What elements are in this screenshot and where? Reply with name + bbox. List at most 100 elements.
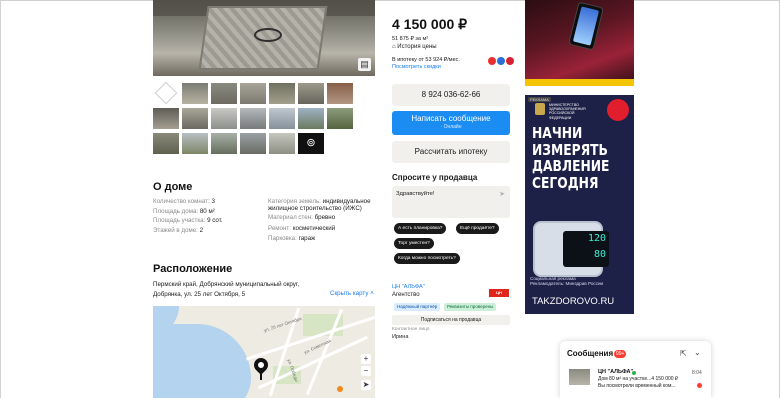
locate-icon[interactable]: ➤ — [361, 380, 371, 390]
ad-yellow-bar — [525, 79, 634, 86]
contact-name: Ирина — [392, 334, 409, 340]
agent-tag: Надёжный партнёр — [394, 303, 441, 311]
thumbnail[interactable] — [240, 133, 266, 154]
photo-rug-pattern — [254, 28, 282, 42]
bank-logo-icon — [488, 57, 496, 65]
prop-house-area: Площадь дома: 80 м² — [153, 208, 215, 215]
thumbnail[interactable] — [211, 108, 237, 129]
ad-org: МИНИСТЕРСТВО ЗДРАВООХРАНЕНИЯ РОССИЙСКОЙ … — [549, 103, 586, 120]
ad-banner-top[interactable] — [525, 0, 634, 86]
hide-map-link[interactable]: Скрыть карту ˄ — [330, 290, 374, 297]
thumbnail[interactable] — [182, 133, 208, 154]
thumbnail[interactable] — [298, 83, 324, 104]
online-dot-icon — [632, 371, 636, 375]
ad-url: TAKZDOROVO.RU — [532, 296, 615, 307]
agent-logo[interactable]: ЦН АЛЬФА — [489, 289, 509, 303]
zoom-in-button[interactable]: + — [361, 354, 371, 364]
prop-parking: Парковка: гараж — [268, 235, 316, 242]
map[interactable]: ул. 25 лет Октября ул. Советская ул. Поб… — [153, 306, 375, 398]
about-title: О доме — [153, 181, 193, 193]
thumbnail[interactable] — [211, 83, 237, 104]
prop-floors: Этажей в доме: 2 — [153, 227, 204, 234]
map-pin-tail — [260, 372, 262, 380]
bank-logo-icon — [506, 57, 514, 65]
location-title: Расположение — [153, 263, 233, 275]
write-message-button[interactable]: Написать сообщение · Онлайн — [392, 111, 510, 135]
agent-type: Агентство — [392, 292, 420, 298]
map-water — [153, 324, 251, 398]
tonometer-screen: 120 80 — [563, 231, 609, 267]
seller-message-input[interactable]: Здравствуйте! ➤ — [392, 186, 510, 218]
message-thumbnail[interactable] — [569, 369, 590, 385]
ad-label: РЕКЛАМА — [528, 97, 551, 102]
map-poi-icon[interactable] — [337, 386, 343, 392]
frame-top — [0, 0, 780, 1]
thumbnail[interactable] — [269, 133, 295, 154]
bank-badges — [488, 57, 514, 65]
agent-name-link[interactable]: ЦН "АЛЬФА" — [392, 284, 425, 290]
ask-seller-title: Спросите у продавца — [392, 173, 478, 182]
quick-question-chip[interactable]: Торг уместен? — [394, 238, 434, 249]
expand-icon[interactable]: ⇱ — [680, 349, 687, 358]
thumbnail[interactable] — [153, 108, 179, 129]
ad-footer: Социальная реклама Рекламодатель: Минздр… — [530, 276, 604, 287]
chevron-up-icon: ˄ — [368, 290, 374, 297]
gallery-fullscreen-icon[interactable]: ▤ — [358, 58, 371, 71]
price-history-link[interactable]: ⌂ История цены — [392, 44, 437, 50]
messages-count-badge: 99+ — [614, 350, 627, 358]
gallery-more-button[interactable]: ⊚ — [298, 133, 324, 154]
prop-plot-area: Площадь участка: 9 сот. — [153, 217, 223, 224]
mortgage-line: В ипотеку от 53 924 ₽/мес. — [392, 57, 460, 63]
thumbnail[interactable] — [182, 108, 208, 129]
quick-question-chip[interactable]: Когда можно посмотреть? — [394, 253, 460, 264]
address-line-1: Пермский край, Добрянский муниципальный … — [153, 281, 300, 288]
subscribe-seller-button[interactable]: Подписаться на продавца — [392, 315, 510, 325]
thumbnail[interactable] — [240, 108, 266, 129]
thumbnail[interactable] — [240, 83, 266, 104]
frame-left — [0, 0, 1, 398]
price-per-sqm: 51 875 ₽ за м² — [392, 36, 429, 42]
message-preview-line-1: Дом 80 м² на участке...4 150 000 ₽ — [598, 376, 679, 382]
send-icon[interactable]: ➤ — [499, 190, 505, 198]
price: 4 150 000 ₽ — [392, 16, 468, 32]
thumbnail[interactable] — [327, 108, 353, 129]
agent-tag: Реквизиты проверены — [444, 303, 497, 311]
contact-label: Контактное лицо — [392, 327, 430, 332]
prop-rooms: Количество комнат: 3 — [153, 198, 215, 205]
unread-dot-icon — [697, 383, 702, 388]
thumbnail[interactable] — [269, 108, 295, 129]
prop-land-category: Категория земель: индивидуальное жилищно… — [268, 198, 371, 212]
main-photo[interactable] — [153, 0, 375, 76]
messages-widget[interactable]: Сообщения 99+ ⇱ ⌄ ЦН "АЛЬФА" 8:04 Дом 80… — [560, 341, 711, 398]
chevron-down-icon[interactable]: ⌄ — [694, 348, 701, 357]
map-street-label: ул. 25 лет Октября — [263, 316, 303, 333]
message-time: 8:04 — [692, 370, 702, 376]
ad-banner-health[interactable]: РЕКЛАМА МИНИСТЕРСТВО ЗДРАВООХРАНЕНИЯ РОС… — [525, 95, 634, 314]
thumbnail[interactable] — [211, 133, 237, 154]
message-sender: ЦН "АЛЬФА" — [598, 369, 634, 375]
prop-wall-material: Материал стен: бревно — [268, 214, 336, 221]
message-preview-line-2: Вы посмотрели временный ком... — [598, 383, 676, 389]
thumbnail[interactable] — [298, 108, 324, 129]
quick-question-chip[interactable]: Ещё продаёте? — [456, 223, 499, 234]
show-phone-button[interactable]: 8 924 036-62-66 — [392, 84, 510, 106]
messages-title: Сообщения — [567, 349, 614, 358]
ministry-emblem-icon — [535, 103, 545, 115]
mortgage-offers-link[interactable]: Посмотреть скидки — [392, 64, 441, 70]
thumbnail[interactable] — [269, 83, 295, 104]
thumbnail-strip: ⊚ — [153, 81, 355, 154]
bank-logo-icon — [497, 57, 505, 65]
ad-headline: НАЧНИ ИЗМЕРЯТЬ ДАВЛЕНИЕ СЕГОДНЯ — [532, 124, 610, 192]
zoom-out-button[interactable]: − — [361, 366, 371, 376]
thumbnail[interactable] — [153, 133, 179, 154]
calc-mortgage-button[interactable]: Рассчитать ипотеку — [392, 141, 510, 163]
thumbnail-placeholder[interactable] — [153, 81, 179, 105]
ad-phone-image — [568, 1, 604, 51]
thumbnail[interactable] — [182, 83, 208, 104]
address: Пермский край, Добрянский муниципальный … — [153, 280, 338, 300]
thumbnail[interactable] — [327, 83, 353, 104]
quick-question-chip[interactable]: А есть планировка? — [394, 223, 447, 234]
prop-renovation: Ремонт: косметический — [268, 225, 336, 232]
address-line-2: Добрянка, ул. 25 лет Октября, 5 — [153, 291, 246, 298]
ad-red-badge-icon — [607, 99, 629, 121]
